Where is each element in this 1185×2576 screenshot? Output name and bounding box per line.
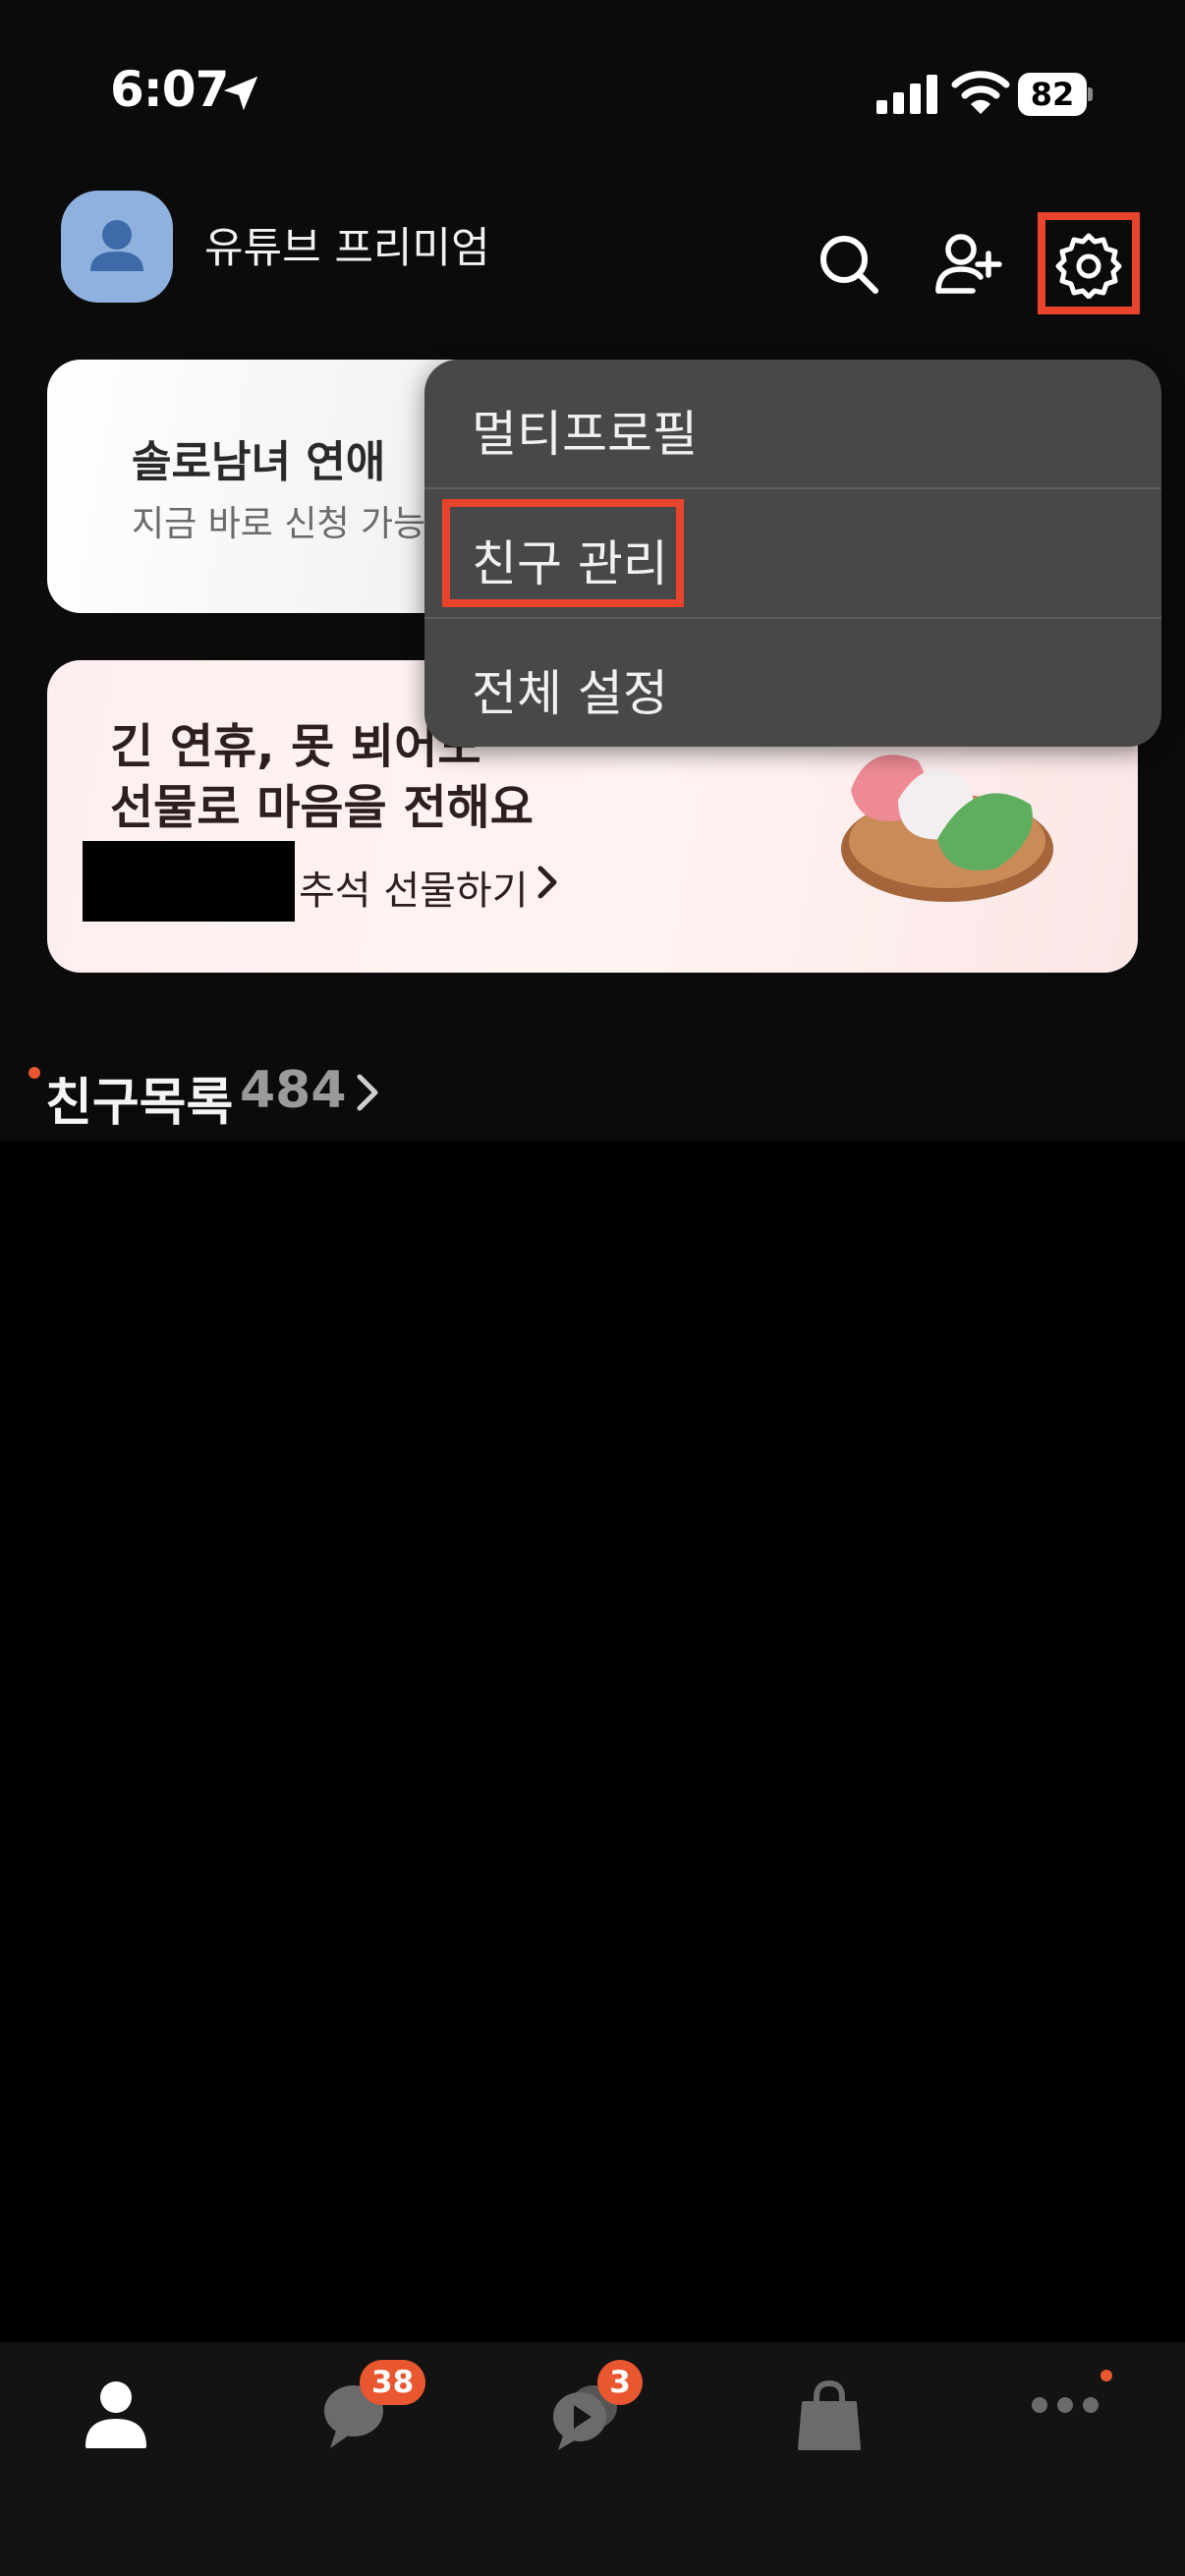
tab-shopping[interactable] (770, 2358, 888, 2466)
menu-item-all-settings[interactable]: 전체 설정 (424, 619, 1161, 747)
chat-badge: 38 (360, 2360, 426, 2405)
battery-level: 82 (1018, 73, 1087, 116)
menu-item-multiprofile[interactable]: 멀티프로필 (424, 360, 1161, 487)
friends-list-title[interactable]: 친구목록 (45, 1061, 233, 1135)
location-arrow-icon (223, 76, 258, 111)
tab-chats[interactable]: 38 (295, 2358, 426, 2466)
add-friend-icon[interactable] (933, 230, 1002, 299)
cellular-signal-icon (876, 75, 937, 114)
chevron-right-icon (537, 866, 557, 899)
new-indicator-dot (28, 1067, 40, 1079)
manage-friends-highlight-box (442, 499, 684, 607)
gear-highlight-box (1038, 212, 1140, 314)
avatar[interactable] (61, 191, 173, 303)
person-silhouette-icon (90, 220, 143, 271)
redacted-box (83, 841, 295, 922)
tab-friends[interactable] (57, 2358, 175, 2466)
battery-indicator: 82 (1018, 73, 1093, 116)
ad-banner-subtitle: 지금 바로 신청 가능 (132, 504, 426, 544)
battery-tip (1088, 87, 1093, 101)
status-time: 6:07 (110, 61, 229, 118)
songpyeon-illustration (841, 755, 1053, 902)
shopping-bag-icon (798, 2380, 861, 2450)
gift-banner-link[interactable]: 추석 선물하기 (299, 859, 529, 916)
person-icon (85, 2381, 146, 2448)
search-icon[interactable] (815, 230, 883, 299)
tab-openchat[interactable]: 3 (525, 2358, 643, 2466)
menu-item-label: 전체 설정 (472, 665, 668, 722)
wifi-icon (951, 71, 1010, 114)
profile-name[interactable]: 유튜브 프리미엄 (204, 214, 490, 275)
ad-banner-title: 솔로남녀 연애 (132, 437, 386, 487)
menu-item-label: 멀티프로필 (472, 406, 698, 463)
gift-banner-line2: 선물로 마음을 전해요 (110, 780, 534, 835)
more-notification-dot (1100, 2370, 1112, 2381)
friends-count: 484 (240, 1061, 347, 1120)
chevron-right-icon[interactable] (354, 1071, 383, 1114)
openchat-badge: 3 (597, 2360, 643, 2405)
friends-list-area (0, 1142, 1185, 2342)
